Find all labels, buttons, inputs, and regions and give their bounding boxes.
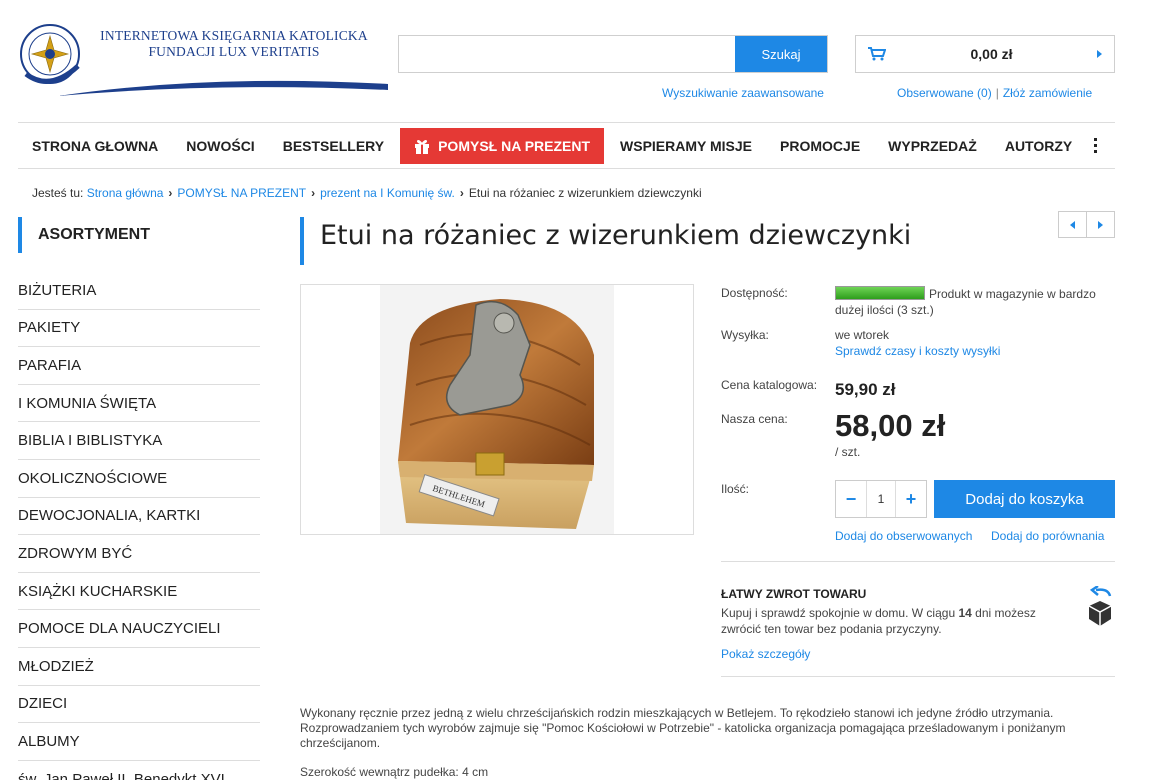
gift-icon	[415, 139, 430, 154]
advanced-search-link[interactable]: Wyszukiwanie zaawansowane	[662, 86, 824, 100]
return-box-icon	[1088, 586, 1112, 626]
decrease-quantity-button[interactable]: −	[836, 481, 866, 517]
sidebar-item-cookbooks[interactable]: KSIĄŻKI KUCHARSKIE	[18, 573, 260, 611]
breadcrumb-current: Etui na różaniec z wizerunkiem dziewczyn…	[468, 186, 702, 200]
breadcrumb: Jesteś tu: Strona główna › POMYSŁ NA PREZE…	[32, 186, 702, 200]
search-input[interactable]	[399, 36, 735, 72]
returns-details-link[interactable]: Pokaż szczegóły	[721, 647, 810, 661]
chevron-right-icon: ›	[459, 186, 464, 200]
nav-authors[interactable]: AUTORZY	[991, 122, 1086, 169]
sidebar-item-jewelry[interactable]: BIŻUTERIA	[18, 272, 260, 310]
divider: |	[995, 86, 999, 100]
breadcrumb-communion[interactable]: prezent na I Komunię św.	[320, 186, 455, 200]
previous-product-button[interactable]	[1059, 212, 1087, 237]
more-menu-icon[interactable]	[1094, 138, 1098, 153]
returns-days: 14	[958, 606, 972, 620]
cart-summary[interactable]: 0,00 zł	[855, 35, 1115, 73]
description-dimensions: Szerokość wewnątrz pudełka: 4 cm	[300, 765, 489, 779]
chevron-right-icon	[1097, 50, 1102, 58]
next-product-button[interactable]	[1087, 212, 1114, 237]
logo-title: INTERNETOWA KSIĘGARNIA KATOLICKA FUNDACJ…	[94, 28, 374, 60]
breadcrumb-home[interactable]: Strona główna	[87, 186, 164, 200]
product-image[interactable]: BETHLEHEM	[300, 284, 694, 535]
nav-sale[interactable]: WYPRZEDAŻ	[874, 122, 991, 169]
breadcrumb-gift-idea[interactable]: POMYSŁ NA PREZENT	[177, 186, 306, 200]
sidebar-item-teaching-aids[interactable]: POMOCE DLA NAUCZYCIELI	[18, 610, 260, 648]
site-logo[interactable]: INTERNETOWA KSIĘGARNIA KATOLICKA FUNDACJ…	[18, 22, 388, 98]
chevron-right-icon	[1098, 220, 1103, 229]
sidebar-item-first-communion[interactable]: I KOMUNIA ŚWIĘTA	[18, 385, 260, 423]
description-paragraph: Wykonany ręcznie przez jedną z wielu chr…	[300, 706, 1066, 750]
rosary-box-photo: BETHLEHEM	[380, 285, 614, 534]
quantity-label: Ilość:	[721, 482, 750, 496]
catalog-price-label: Cena katalogowa:	[721, 378, 818, 392]
increase-quantity-button[interactable]: +	[896, 481, 926, 517]
quantity-stepper: − 1 +	[835, 480, 927, 518]
nav-promotions[interactable]: PROMOCJE	[766, 122, 874, 169]
product-pager	[1058, 211, 1115, 238]
product-description: Wykonany ręcznie przez jedną z wielu chr…	[300, 706, 1100, 780]
shipping-label: Wysyłka:	[721, 328, 769, 342]
availability-label: Dostępność:	[721, 286, 788, 300]
cart-icon	[868, 47, 886, 61]
divider	[721, 561, 1115, 562]
returns-text: Kupuj i sprawdź spokojnie w domu. W ciąg…	[721, 606, 1036, 636]
place-order-link[interactable]: Złóż zamówienie	[1003, 86, 1092, 100]
nav-new[interactable]: NOWOŚCI	[172, 122, 268, 169]
price-unit: / szt.	[835, 445, 861, 459]
sidebar-item-youth[interactable]: MŁODZIEŻ	[18, 648, 260, 686]
title-accent-bar	[300, 217, 304, 265]
category-list: BIŻUTERIA PAKIETY PARAFIA I KOMUNIA ŚWIĘ…	[18, 272, 260, 780]
nav-bestsellers[interactable]: BESTSELLERY	[269, 122, 398, 169]
sidebar-item-packages[interactable]: PAKIETY	[18, 310, 260, 348]
quantity-input[interactable]: 1	[866, 481, 896, 517]
logo-swoosh	[58, 80, 388, 96]
logo-line-2: FUNDACJI LUX VERITATIS	[148, 44, 320, 59]
add-to-watchlist-link[interactable]: Dodaj do obserwowanych	[835, 529, 972, 543]
watched-link[interactable]: Obserwowane (0)	[897, 86, 992, 100]
returns-title: ŁATWY ZWROT TOWARU	[721, 587, 867, 601]
chevron-left-icon	[1070, 220, 1075, 229]
nav-home[interactable]: STRONA GŁOWNA	[18, 122, 172, 169]
sidebar-item-children[interactable]: DZIECI	[18, 686, 260, 724]
divider	[721, 676, 1115, 677]
nav-gift-label: POMYSŁ NA PREZENT	[438, 137, 591, 154]
main-navigation: STRONA GŁOWNA NOWOŚCI BESTSELLERY POMYSŁ…	[18, 122, 1115, 169]
chevron-right-icon: ›	[311, 186, 316, 200]
chevron-right-icon: ›	[168, 186, 173, 200]
sidebar-item-popes[interactable]: św. Jan Paweł II, Benedykt XVI	[18, 761, 260, 780]
our-price-label: Nasza cena:	[721, 412, 788, 426]
search-bar: Szukaj	[398, 35, 828, 73]
add-to-compare-link[interactable]: Dodaj do porównania	[991, 529, 1104, 543]
shipping-value: we wtorek	[835, 328, 890, 342]
availability-text: Produkt w magazynie w bardzo dużej ilośc…	[835, 287, 1096, 317]
sidebar-item-health[interactable]: ZDROWYM BYĆ	[18, 535, 260, 573]
catalog-price: 59,90 zł	[835, 380, 896, 399]
sidebar-item-occasional[interactable]: OKOLICZNOŚCIOWE	[18, 460, 260, 498]
add-to-cart-button[interactable]: Dodaj do koszyka	[934, 480, 1115, 518]
sidebar-item-devotionals[interactable]: DEWOCJONALIA, KARTKI	[18, 498, 260, 536]
sidebar-heading: ASORTYMENT	[18, 217, 260, 253]
shipping-info-link[interactable]: Sprawdź czasy i koszty wysyłki	[835, 344, 1000, 358]
nav-missions[interactable]: WSPIERAMY MISJE	[606, 122, 766, 169]
cart-amount: 0,00 zł	[970, 46, 1013, 62]
account-links: Obserwowane (0) | Złóż zamówienie	[897, 86, 1092, 100]
logo-line-1: INTERNETOWA KSIĘGARNIA KATOLICKA	[100, 28, 368, 43]
sidebar-item-albums[interactable]: ALBUMY	[18, 723, 260, 761]
sidebar-item-parish[interactable]: PARAFIA	[18, 347, 260, 385]
our-price: 58,00 zł	[835, 408, 946, 443]
product-title: Etui na różaniec z wizerunkiem dziewczyn…	[320, 220, 912, 251]
sidebar-item-bible[interactable]: BIBLIA I BIBLISTYKA	[18, 422, 260, 460]
breadcrumb-prefix: Jesteś tu:	[32, 186, 84, 200]
nav-gift-idea[interactable]: POMYSŁ NA PREZENT	[400, 127, 605, 164]
search-button[interactable]: Szukaj	[735, 36, 827, 72]
